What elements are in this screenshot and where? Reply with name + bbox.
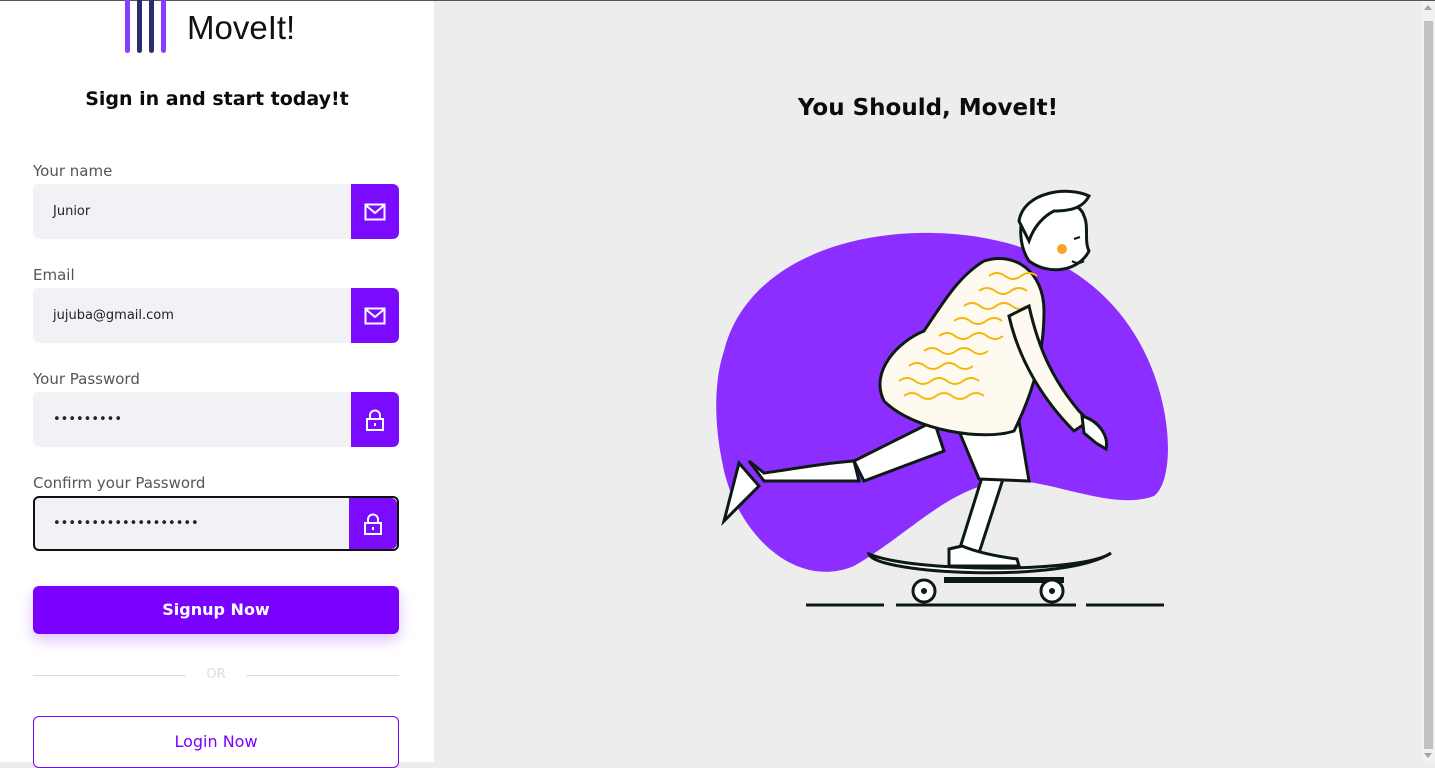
confirm-password-field[interactable]: ••••••••••••••••••• bbox=[33, 496, 399, 551]
signup-button[interactable]: Signup Now bbox=[33, 586, 399, 634]
skateboarder-illustration bbox=[716, 189, 1168, 607]
brand-name: MoveIt! bbox=[187, 9, 296, 46]
mail-icon bbox=[364, 203, 386, 220]
email-label: Email bbox=[33, 266, 75, 284]
form-heading: Sign in and start today!t bbox=[85, 88, 349, 110]
scroll-down-arrow-icon[interactable] bbox=[1424, 753, 1432, 758]
email-value[interactable]: jujuba@gmail.com bbox=[53, 288, 174, 343]
name-label: Your name bbox=[33, 162, 113, 180]
password-value[interactable]: ••••••••• bbox=[53, 392, 122, 447]
divider-left bbox=[33, 675, 186, 676]
divider-right bbox=[246, 675, 399, 676]
password-label: Your Password bbox=[33, 370, 140, 388]
password-lock-button[interactable] bbox=[351, 392, 399, 447]
hero-panel: You Should, MoveIt! bbox=[434, 1, 1422, 762]
lock-icon bbox=[364, 513, 382, 535]
scroll-up-arrow-icon[interactable] bbox=[1424, 5, 1432, 10]
confirm-password-value[interactable]: ••••••••••••••••••• bbox=[53, 498, 199, 549]
brand-logo: MoveIt! bbox=[125, 0, 295, 53]
name-field[interactable]: Junior bbox=[33, 184, 399, 239]
page-scrollbar[interactable] bbox=[1422, 1, 1435, 762]
or-divider-label: OR bbox=[206, 667, 226, 682]
scrollbar-thumb[interactable] bbox=[1424, 21, 1433, 749]
password-field[interactable]: ••••••••• bbox=[33, 392, 399, 447]
email-field[interactable]: jujuba@gmail.com bbox=[33, 288, 399, 343]
login-button[interactable]: Login Now bbox=[33, 716, 399, 768]
confirm-password-lock-button[interactable] bbox=[349, 498, 397, 549]
lock-icon bbox=[366, 409, 384, 431]
signup-panel: MoveIt! Sign in and start today!t Your n… bbox=[0, 0, 434, 768]
confirm-password-label: Confirm your Password bbox=[33, 474, 206, 492]
logo-bars-icon bbox=[125, 0, 177, 53]
name-value[interactable]: Junior bbox=[53, 184, 90, 239]
name-mail-button[interactable] bbox=[351, 184, 399, 239]
hero-title: You Should, MoveIt! bbox=[797, 95, 1059, 121]
email-mail-button[interactable] bbox=[351, 288, 399, 343]
mail-icon bbox=[364, 307, 386, 324]
